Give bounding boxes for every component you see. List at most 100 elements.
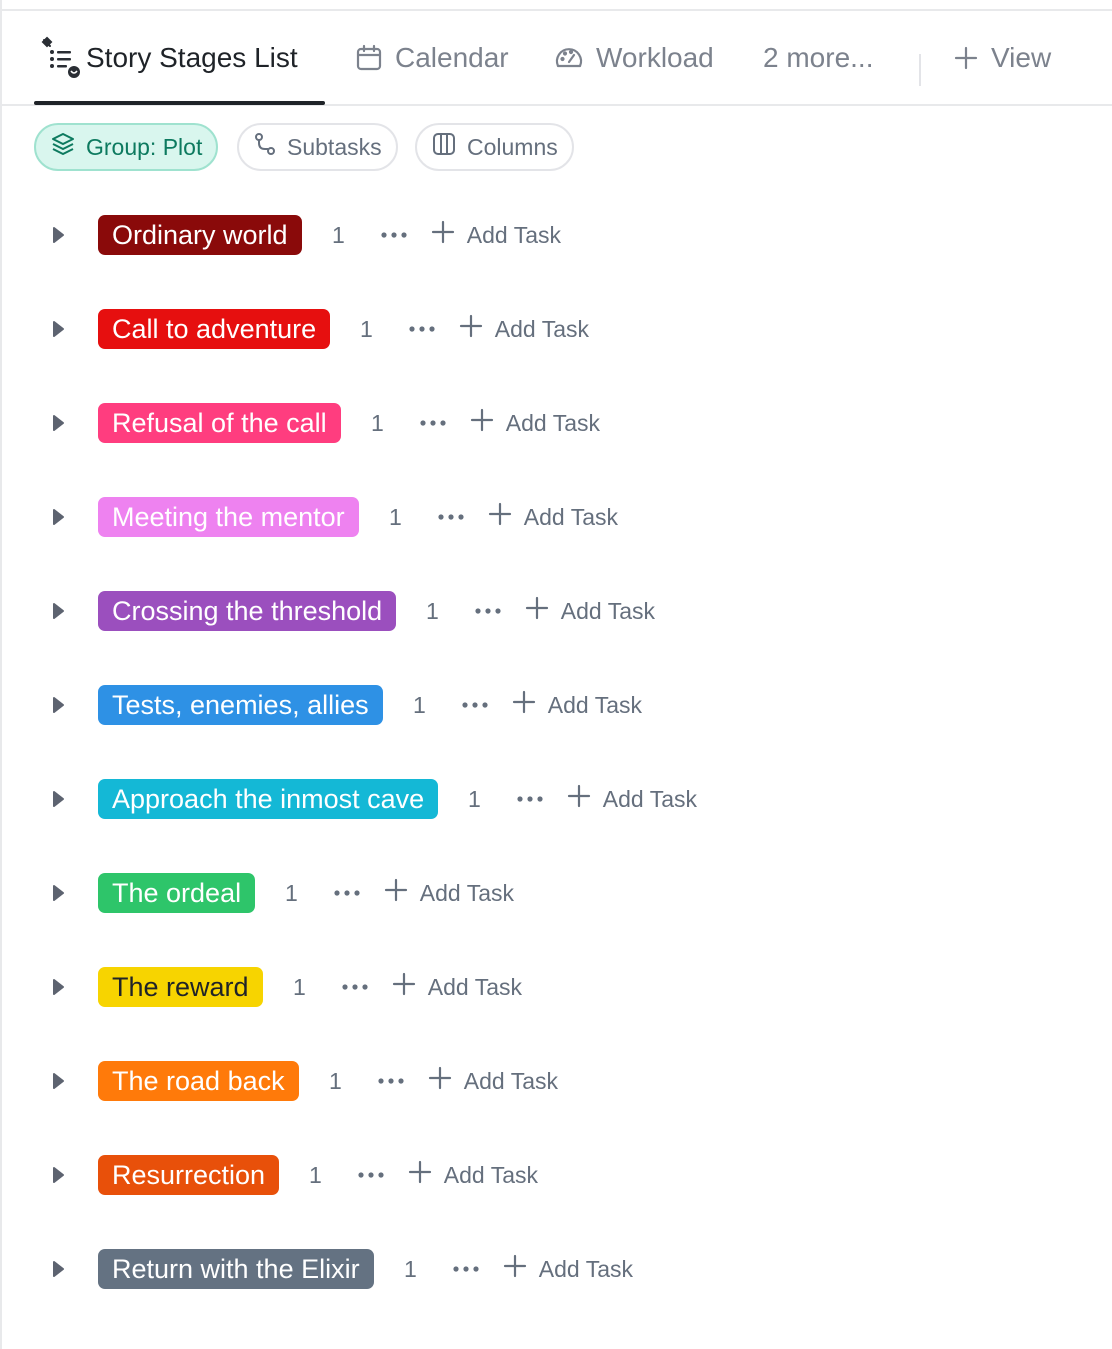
plus-icon: [459, 314, 483, 344]
expand-caret-icon[interactable]: [50, 790, 66, 808]
expand-caret-icon[interactable]: [50, 1260, 66, 1278]
group-status-pill[interactable]: Approach the inmost cave: [98, 779, 439, 819]
add-task-button[interactable]: Add Task: [392, 972, 522, 1002]
more-options-icon[interactable]: [436, 507, 466, 527]
group-actions: 1 Add Task: [341, 403, 600, 443]
expand-caret-icon[interactable]: [50, 1072, 66, 1090]
more-options-icon[interactable]: [451, 1259, 481, 1279]
add-task-button[interactable]: Add Task: [384, 878, 514, 908]
more-options-icon[interactable]: [376, 1071, 406, 1091]
add-task-label: Add Task: [427, 973, 522, 1000]
more-options-icon[interactable]: [473, 601, 503, 621]
plus-icon: [953, 45, 979, 71]
group-task-count: 1: [309, 1161, 322, 1188]
tab-calendar[interactable]: Calendar: [355, 12, 509, 104]
group-by-button[interactable]: Group: Plot: [34, 123, 219, 171]
group-status-pill[interactable]: Crossing the threshold: [98, 591, 397, 631]
add-task-button[interactable]: Add Task: [459, 314, 589, 344]
tab-label: 2 more...: [763, 42, 874, 73]
plus-icon: [384, 878, 408, 908]
more-options-icon[interactable]: [460, 695, 490, 715]
plus-icon: [470, 408, 494, 438]
group-row: Resurrection 1 Add Task: [0, 1145, 1112, 1205]
group-status-pill[interactable]: The road back: [98, 1061, 299, 1101]
add-task-label: Add Task: [560, 597, 655, 624]
group-actions: 1 Add Task: [438, 779, 697, 819]
add-task-button[interactable]: Add Task: [431, 220, 561, 250]
group-task-count: 1: [293, 973, 306, 1000]
more-options-icon[interactable]: [356, 1165, 386, 1185]
expand-caret-icon[interactable]: [50, 696, 66, 714]
group-actions: 1 Add Task: [383, 685, 642, 725]
subtasks-button[interactable]: Subtasks: [237, 123, 398, 171]
add-task-button[interactable]: Add Task: [567, 784, 697, 814]
add-view-button[interactable]: View: [953, 12, 1051, 104]
add-task-button[interactable]: Add Task: [470, 408, 600, 438]
layers-icon: [50, 131, 76, 163]
add-task-button[interactable]: Add Task: [488, 502, 618, 532]
view-tabbar: Story Stages List Calendar Workload 2 mo…: [0, 12, 1112, 106]
plus-icon: [392, 972, 416, 1002]
expand-caret-icon[interactable]: [50, 602, 66, 620]
add-task-button[interactable]: Add Task: [512, 690, 642, 720]
group-row: Return with the Elixir 1 Add Task: [0, 1239, 1112, 1299]
add-task-label: Add Task: [505, 409, 600, 436]
expand-caret-icon[interactable]: [50, 508, 66, 526]
group-status-pill[interactable]: Return with the Elixir: [98, 1249, 374, 1289]
group-row: Refusal of the call 1 Add Task: [0, 393, 1112, 453]
more-options-icon[interactable]: [379, 225, 409, 245]
expand-caret-icon[interactable]: [50, 1166, 66, 1184]
tab-workload[interactable]: Workload: [554, 12, 714, 104]
group-task-count: 1: [371, 409, 384, 436]
add-task-label: Add Task: [463, 1067, 558, 1094]
tab-label: Story Stages List: [86, 42, 298, 73]
add-task-button[interactable]: Add Task: [408, 1160, 538, 1190]
plus-icon: [525, 596, 549, 626]
group-row: Tests, enemies, allies 1 Add Task: [0, 675, 1112, 735]
group-status-pill[interactable]: Call to adventure: [98, 309, 331, 349]
group-status-pill[interactable]: Resurrection: [98, 1155, 280, 1195]
group-row: Meeting the mentor 1 Add Task: [0, 487, 1112, 547]
expand-caret-icon[interactable]: [50, 320, 66, 338]
group-actions: 1 Add Task: [359, 497, 618, 537]
expand-caret-icon[interactable]: [50, 414, 66, 432]
more-options-icon[interactable]: [340, 977, 370, 997]
group-status-pill[interactable]: Refusal of the call: [98, 403, 341, 443]
tab-story-stages-list[interactable]: Story Stages List: [38, 12, 298, 104]
add-task-button[interactable]: Add Task: [525, 596, 655, 626]
more-options-icon[interactable]: [515, 789, 545, 809]
add-task-label: Add Task: [538, 1255, 633, 1282]
group-actions: 1 Add Task: [263, 967, 522, 1007]
columns-button[interactable]: Columns: [415, 123, 574, 171]
tab-more[interactable]: 2 more...: [763, 12, 873, 104]
columns-label: Columns: [467, 133, 558, 160]
tab-label: Workload: [596, 42, 714, 73]
group-by-label: Group: Plot: [86, 133, 203, 160]
add-task-label: Add Task: [419, 879, 514, 906]
expand-caret-icon[interactable]: [50, 226, 66, 244]
more-options-icon[interactable]: [407, 319, 437, 339]
group-status-pill[interactable]: Ordinary world: [98, 215, 302, 255]
group-status-pill[interactable]: The ordeal: [98, 873, 256, 913]
plus-icon: [428, 1066, 452, 1096]
tab-label: View: [991, 42, 1052, 73]
plus-icon: [408, 1160, 432, 1190]
subtasks-label: Subtasks: [287, 133, 382, 160]
tab-divider: [919, 54, 921, 86]
more-options-icon[interactable]: [332, 883, 362, 903]
add-task-button[interactable]: Add Task: [428, 1066, 558, 1096]
group-row: The reward 1 Add Task: [0, 957, 1112, 1017]
group-row: Call to adventure 1 Add Task: [0, 299, 1112, 359]
group-status-pill[interactable]: Meeting the mentor: [98, 497, 359, 537]
add-task-button[interactable]: Add Task: [503, 1254, 633, 1284]
group-status-pill[interactable]: The reward: [98, 967, 263, 1007]
add-task-label: Add Task: [494, 315, 589, 342]
group-row: Ordinary world 1 Add Task: [0, 205, 1112, 265]
group-task-count: 1: [329, 1067, 342, 1094]
more-options-icon[interactable]: [418, 413, 448, 433]
group-actions: 1 Add Task: [374, 1249, 633, 1289]
expand-caret-icon[interactable]: [50, 978, 66, 996]
group-status-pill[interactable]: Tests, enemies, allies: [98, 685, 383, 725]
group-actions: 1 Add Task: [302, 215, 561, 255]
expand-caret-icon[interactable]: [50, 884, 66, 902]
